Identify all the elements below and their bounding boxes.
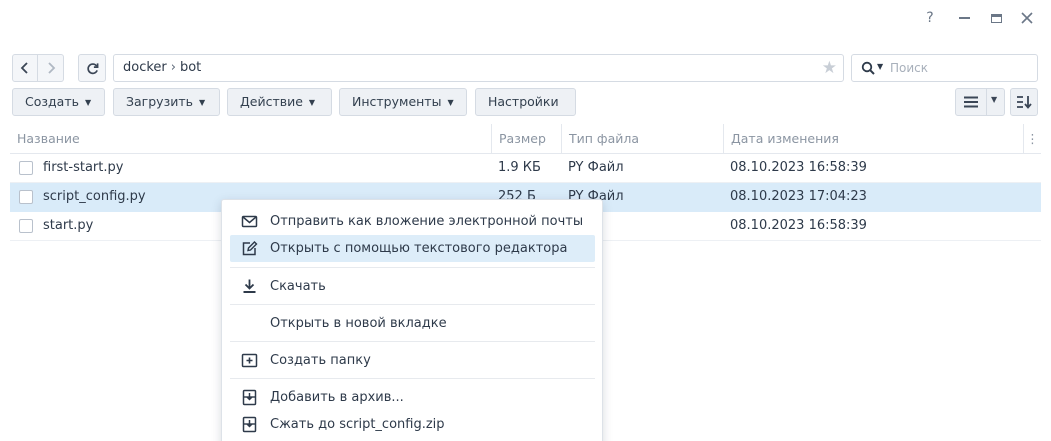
menu-item-label: Сжать до script_config.zip	[270, 417, 445, 432]
breadcrumb-docker[interactable]: docker	[123, 60, 167, 75]
column-name-header[interactable]: Название	[10, 124, 491, 153]
settings-label: Настройки	[488, 94, 559, 109]
caret-down-icon: ▼	[308, 98, 316, 107]
create-button[interactable]: Создать ▼	[12, 88, 105, 116]
tools-button[interactable]: Инструменты ▼	[339, 88, 467, 116]
file-date: 08.10.2023 16:58:39	[730, 218, 867, 233]
maximize-button[interactable]	[986, 8, 1006, 28]
menu-item-label: Создать папку	[270, 353, 371, 368]
maximize-icon	[990, 13, 1002, 23]
refresh-icon	[86, 62, 98, 74]
menu-divider	[230, 341, 595, 342]
edit-icon	[242, 241, 258, 256]
search-box[interactable]: ▼	[851, 54, 1038, 82]
menu-item-open-new-tab[interactable]: Открыть в новой вкладке	[230, 310, 595, 337]
archive-icon	[242, 416, 257, 433]
menu-item-download[interactable]: Скачать	[230, 273, 595, 300]
view-caret-down-icon[interactable]: ▼	[991, 95, 997, 104]
title-bar: ?	[0, 0, 1051, 36]
file-type: PY Файл	[568, 160, 624, 175]
menu-divider	[230, 267, 595, 268]
view-mode-button[interactable]: ▼	[955, 88, 1005, 116]
file-date: 08.10.2023 17:04:23	[730, 189, 867, 204]
archive-icon	[242, 389, 257, 406]
caret-down-icon: ▼	[84, 98, 92, 107]
menu-item-label: Открыть с помощью текстового редактора	[270, 241, 568, 256]
minimize-icon	[958, 17, 970, 19]
menu-item-label: Отправить как вложение электронной почты	[270, 214, 584, 229]
search-options-caret-icon[interactable]: ▼	[877, 62, 883, 71]
column-options-icon[interactable]: ⋮	[1023, 124, 1041, 153]
search-input[interactable]	[890, 59, 1030, 77]
favorite-star-icon[interactable]: ★	[822, 55, 837, 81]
menu-item-label: Открыть в новой вкладке	[270, 316, 447, 331]
refresh-button[interactable]	[78, 54, 106, 82]
close-icon	[1021, 12, 1033, 24]
menu-item-create-folder[interactable]: Создать папку	[230, 347, 595, 374]
file-name: first-start.py	[43, 160, 124, 175]
sort-button[interactable]	[1010, 88, 1038, 116]
chevron-right-icon	[47, 62, 55, 74]
search-icon[interactable]	[861, 61, 875, 75]
chevron-left-icon	[20, 62, 28, 74]
path-bar[interactable]: docker › bot ★	[113, 54, 844, 82]
file-size: 1.9 КБ	[498, 160, 541, 175]
column-size-header[interactable]: Размер	[491, 124, 561, 153]
menu-divider	[230, 378, 595, 379]
row-checkbox[interactable]	[19, 219, 33, 233]
menu-item-compress-zip[interactable]: Сжать до script_config.zip	[230, 411, 595, 438]
breadcrumb-separator: ›	[170, 60, 176, 75]
file-date: 08.10.2023 16:58:39	[730, 160, 867, 175]
action-label: Действие	[240, 94, 303, 109]
sort-icon	[1017, 96, 1032, 109]
column-date-header[interactable]: Дата изменения	[723, 124, 1023, 153]
menu-divider	[230, 304, 595, 305]
view-divider	[986, 89, 987, 115]
table-row[interactable]: first-start.py 1.9 КБ PY Файл 08.10.2023…	[10, 154, 1041, 183]
menu-item-label: Добавить в архив...	[270, 390, 404, 405]
upload-label: Загрузить	[126, 94, 193, 109]
file-name: script_config.py	[43, 189, 146, 204]
tools-label: Инструменты	[352, 94, 442, 109]
forward-button[interactable]	[38, 54, 64, 82]
menu-item-label: Скачать	[270, 279, 326, 294]
help-button[interactable]: ?	[920, 8, 940, 28]
table-header: Название Размер Тип файла Дата изменения…	[10, 124, 1041, 154]
action-button[interactable]: Действие ▼	[227, 88, 332, 116]
menu-item-send-email[interactable]: Отправить как вложение электронной почты	[230, 208, 595, 235]
column-type-header[interactable]: Тип файла	[561, 124, 723, 153]
settings-button[interactable]: Настройки	[475, 88, 576, 116]
mail-icon	[241, 215, 258, 228]
caret-down-icon: ▼	[447, 98, 454, 107]
close-button[interactable]	[1017, 8, 1037, 28]
create-label: Создать	[25, 94, 79, 109]
context-menu: Отправить как вложение электронной почты…	[221, 199, 603, 441]
row-checkbox[interactable]	[19, 161, 33, 175]
menu-item-open-text-editor[interactable]: Открыть с помощью текстового редактора	[230, 235, 595, 262]
breadcrumb-bot[interactable]: bot	[180, 60, 201, 75]
caret-down-icon: ▼	[199, 98, 206, 107]
back-button[interactable]	[12, 54, 38, 82]
download-icon	[243, 279, 256, 293]
add-folder-icon	[241, 353, 258, 368]
list-view-icon	[964, 96, 978, 108]
menu-item-add-archive[interactable]: Добавить в архив...	[230, 384, 595, 411]
minimize-button[interactable]	[954, 8, 974, 28]
file-name: start.py	[43, 218, 94, 233]
row-checkbox[interactable]	[19, 190, 33, 204]
upload-button[interactable]: Загрузить ▼	[113, 88, 220, 116]
